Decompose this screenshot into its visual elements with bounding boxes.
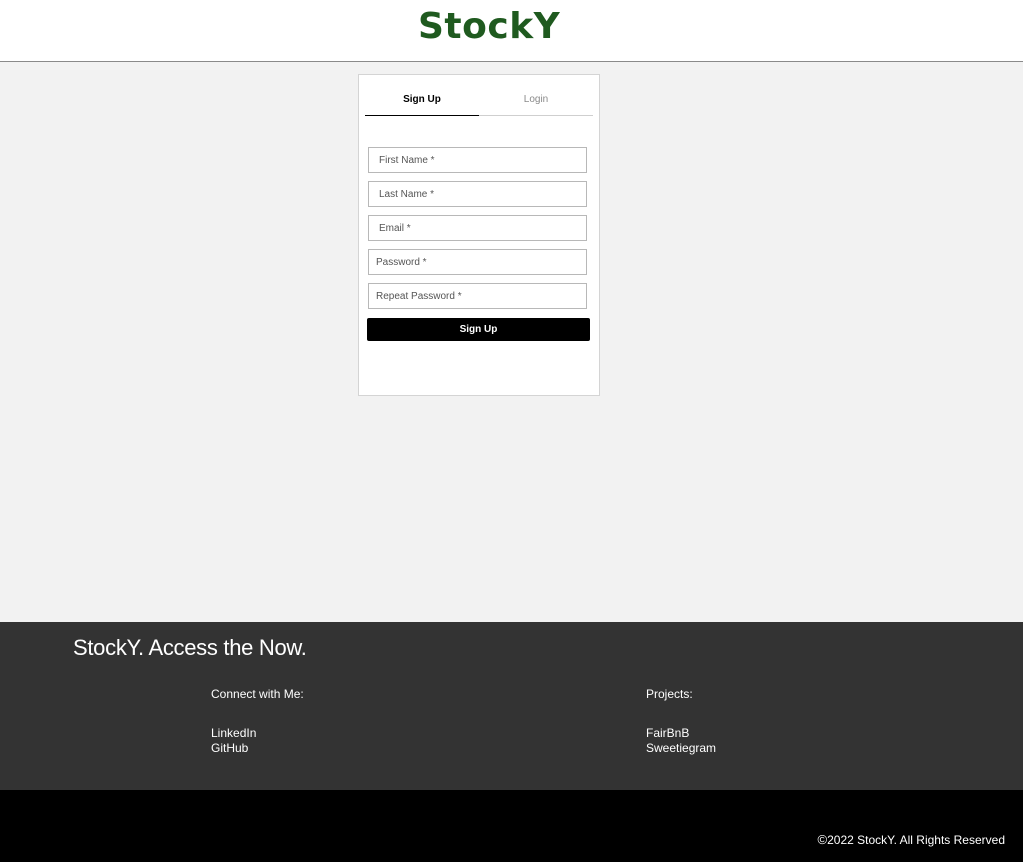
fairbnb-link[interactable]: FairBnB (646, 726, 689, 741)
copyright-text: 2022 StockY. All Rights Reserved (827, 833, 1005, 847)
bottom-bar: ©2022 StockY. All Rights Reserved (0, 790, 1023, 862)
password-field[interactable] (368, 249, 587, 275)
logo[interactable]: StockY (418, 6, 560, 48)
auth-card: Sign Up Login Sign Up (358, 74, 600, 396)
tab-login[interactable]: Login (479, 89, 593, 115)
tab-sign-up[interactable]: Sign Up (365, 89, 479, 116)
email-field[interactable] (368, 215, 587, 241)
connect-heading: Connect with Me: (211, 687, 304, 701)
projects-heading: Projects: (646, 687, 693, 701)
last-name-field[interactable] (368, 181, 587, 207)
sweetiegram-link[interactable]: Sweetiegram (646, 741, 716, 756)
copyright-icon: © (817, 832, 828, 847)
auth-tabs: Sign Up Login (365, 89, 593, 116)
copyright: ©2022 StockY. All Rights Reserved (818, 832, 1005, 848)
footer: StockY. Access the Now. Connect with Me:… (0, 622, 1023, 790)
linkedin-link[interactable]: LinkedIn (211, 726, 256, 741)
first-name-field[interactable] (368, 147, 587, 173)
repeat-password-field[interactable] (368, 283, 587, 309)
footer-tagline: StockY. Access the Now. (73, 635, 307, 660)
top-header: StockY (0, 0, 1023, 62)
sign-up-button[interactable]: Sign Up (367, 318, 590, 341)
github-link[interactable]: GitHub (211, 741, 248, 756)
